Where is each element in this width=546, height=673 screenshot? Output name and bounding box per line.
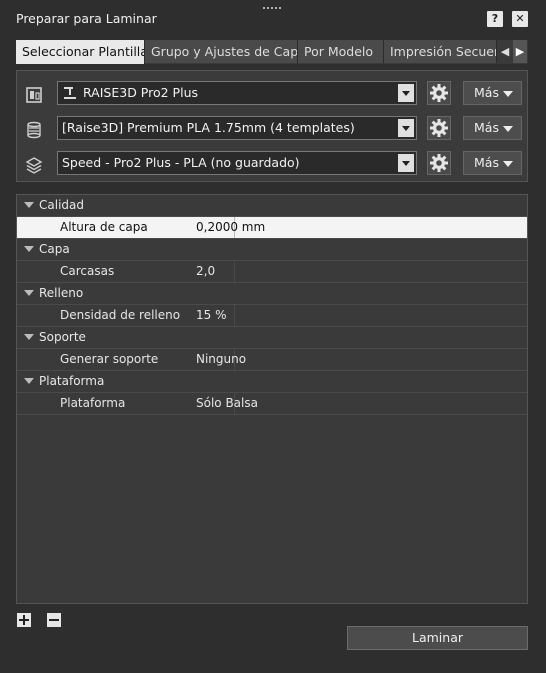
printer-select-value: RAISE3D Pro2 Plus xyxy=(83,85,199,100)
help-button[interactable]: ? xyxy=(487,11,503,27)
collapse-triangle-icon[interactable] xyxy=(24,246,34,252)
category-relleno[interactable]: Relleno xyxy=(17,283,527,305)
filament-select[interactable]: [Raise3D] Premium PLA 1.75mm (4 template… xyxy=(57,116,417,140)
collapse-triangle-icon[interactable] xyxy=(24,202,34,208)
printer-more-button[interactable]: Más xyxy=(463,81,522,105)
template-selector-panel: RAISE3D Pro2 Plus Más [Raise3D] Premium … xyxy=(16,70,528,182)
tab-por-modelo[interactable]: Por Modelo xyxy=(298,40,384,63)
profile-selector-row: Speed - Pro2 Plus - PLA (no guardado) Má… xyxy=(17,151,527,179)
collapse-triangle-icon[interactable] xyxy=(24,378,34,384)
printer-icon xyxy=(25,86,43,104)
property-row-generar-soporte[interactable]: Generar soporte Ninguno xyxy=(17,349,527,371)
filament-settings-button[interactable] xyxy=(427,116,451,140)
drag-grip[interactable] xyxy=(262,6,282,10)
layers-icon xyxy=(25,156,43,174)
plus-icon xyxy=(19,615,29,625)
printer-settings-button[interactable] xyxy=(427,81,451,105)
property-row-plataforma[interactable]: Plataforma Sólo Balsa xyxy=(17,393,527,415)
gear-icon xyxy=(430,84,448,102)
property-value[interactable]: Sólo Balsa xyxy=(192,393,258,414)
category-calidad[interactable]: Calidad xyxy=(17,195,527,217)
printer-select[interactable]: RAISE3D Pro2 Plus xyxy=(57,81,417,105)
category-label: Relleno xyxy=(39,286,84,300)
chevron-down-icon[interactable] xyxy=(398,119,414,137)
property-value[interactable]: Ninguno xyxy=(192,349,246,370)
property-row-carcasas[interactable]: Carcasas 2,0 xyxy=(17,261,527,283)
property-value[interactable]: 2,0 xyxy=(192,261,215,282)
category-label: Soporte xyxy=(39,330,86,344)
chevron-down-icon[interactable] xyxy=(398,84,414,102)
close-button[interactable]: ✕ xyxy=(512,11,528,27)
chevron-down-icon[interactable] xyxy=(398,154,414,172)
remove-button[interactable] xyxy=(47,613,61,627)
filament-select-value: [Raise3D] Premium PLA 1.75mm (4 template… xyxy=(62,120,355,135)
category-label: Plataforma xyxy=(39,374,105,388)
category-plataforma[interactable]: Plataforma xyxy=(17,371,527,393)
printer-small-icon xyxy=(63,86,77,103)
collapse-triangle-icon[interactable] xyxy=(24,290,34,296)
tab-scroll-left-button[interactable]: ◀ xyxy=(498,40,512,63)
tab-bar: Seleccionar Plantilla Grupo y Ajustes de… xyxy=(16,40,528,64)
collapse-triangle-icon[interactable] xyxy=(24,334,34,340)
property-value[interactable]: 15 % xyxy=(192,305,227,326)
category-label: Capa xyxy=(39,242,70,256)
settings-tree: Calidad Altura de capa 0,2000 mm Capa Car… xyxy=(16,194,528,604)
printer-selector-row: RAISE3D Pro2 Plus Más xyxy=(17,81,527,109)
category-capa[interactable]: Capa xyxy=(17,239,527,261)
add-button[interactable] xyxy=(17,613,31,627)
profile-settings-button[interactable] xyxy=(427,151,451,175)
category-soporte[interactable]: Soporte xyxy=(17,327,527,349)
property-row-densidad-de-relleno[interactable]: Densidad de relleno 15 % xyxy=(17,305,527,327)
property-value[interactable]: 0,2000 mm xyxy=(192,217,265,238)
tab-grupo-ajustes-capa[interactable]: Grupo y Ajustes de Capa xyxy=(145,40,298,63)
tab-seleccionar-plantilla[interactable]: Seleccionar Plantilla xyxy=(16,40,145,64)
minus-icon xyxy=(49,619,59,621)
filament-more-button[interactable]: Más xyxy=(463,116,522,140)
gear-icon xyxy=(430,119,448,137)
tab-scroll-right-button[interactable]: ▶ xyxy=(513,40,527,63)
filament-spool-icon xyxy=(25,121,43,139)
property-row-altura-de-capa[interactable]: Altura de capa 0,2000 mm xyxy=(17,217,527,239)
tab-impresion-secuencial[interactable]: Impresión Secuencial xyxy=(384,40,497,63)
window-title: Preparar para Laminar xyxy=(16,11,157,26)
category-label: Calidad xyxy=(39,198,84,212)
filament-selector-row: [Raise3D] Premium PLA 1.75mm (4 template… xyxy=(17,116,527,144)
profile-select[interactable]: Speed - Pro2 Plus - PLA (no guardado) xyxy=(57,151,417,175)
gear-icon xyxy=(430,154,448,172)
profile-select-value: Speed - Pro2 Plus - PLA (no guardado) xyxy=(62,155,300,170)
slice-button[interactable]: Laminar xyxy=(347,626,528,650)
profile-more-button[interactable]: Más xyxy=(463,151,522,175)
